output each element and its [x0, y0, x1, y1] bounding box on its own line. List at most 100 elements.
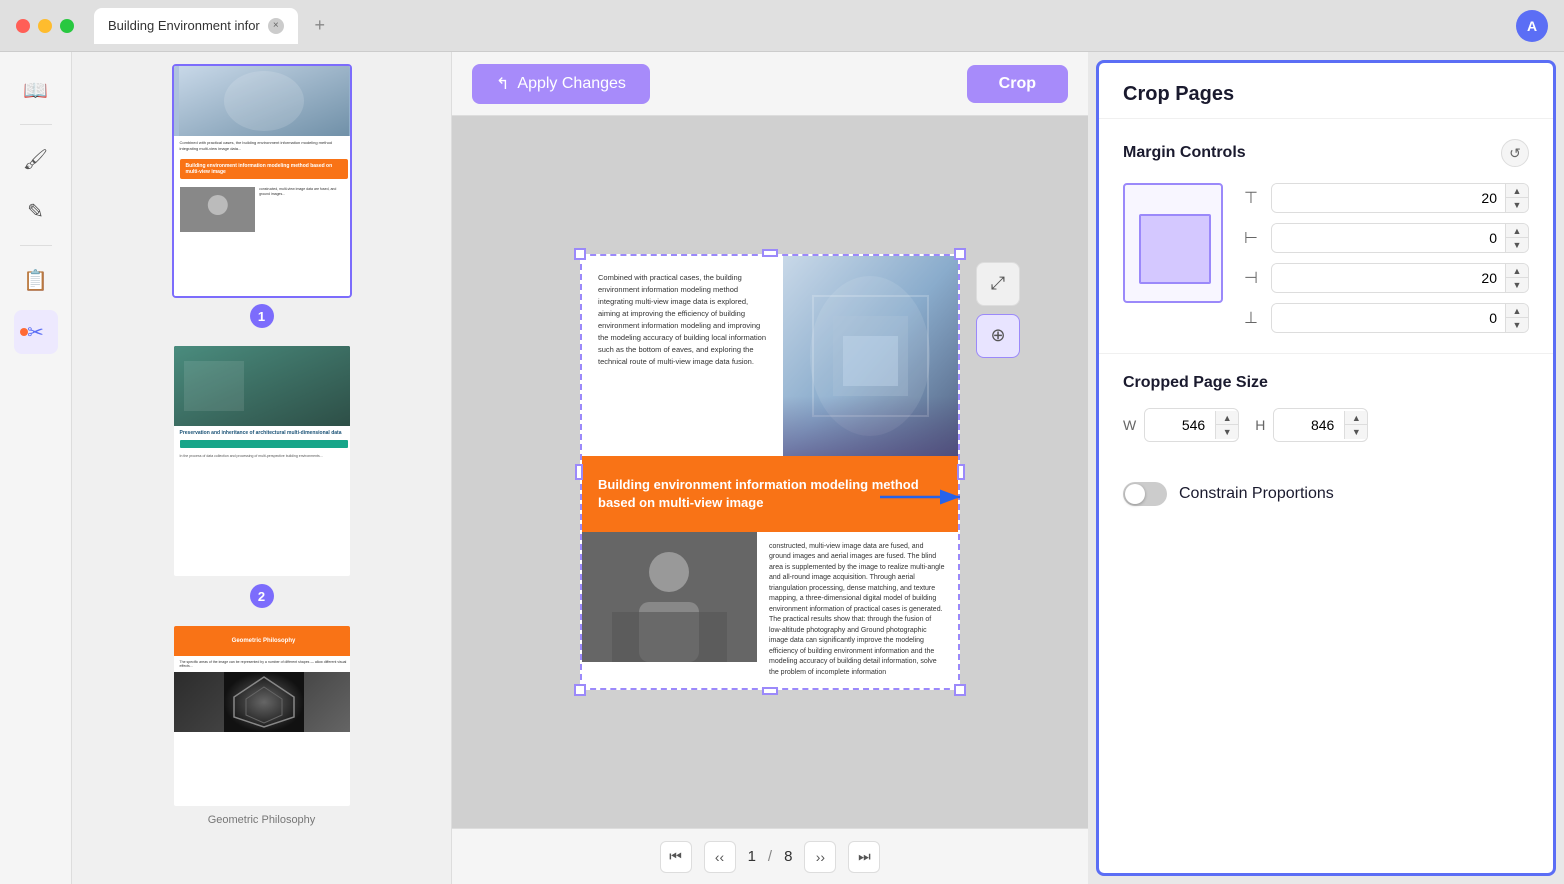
- close-button[interactable]: [16, 19, 30, 33]
- sidebar-item-edit[interactable]: ✎: [14, 189, 58, 233]
- sidebar-item-book[interactable]: 📖: [14, 68, 58, 112]
- page-number-badge-2: 2: [250, 584, 274, 608]
- panel-title: Crop Pages: [1123, 83, 1234, 105]
- height-input-wrap: ▲ ▼: [1273, 408, 1368, 442]
- page-document: Combined with practical cases, the build…: [580, 254, 960, 691]
- margin-top-icon: ⊤: [1239, 188, 1263, 208]
- handle-right[interactable]: [957, 464, 965, 480]
- right-panel: Crop Pages Margin Controls ↺ ⊤: [1096, 60, 1556, 876]
- page1-top-image: [174, 66, 352, 136]
- prev-page-button[interactable]: ‹‹: [704, 841, 736, 873]
- margin-left-increase[interactable]: ▲: [1506, 264, 1528, 278]
- margin-left-input[interactable]: [1272, 264, 1505, 292]
- avatar: A: [1516, 10, 1548, 42]
- margin-controls-section: Margin Controls ↺ ⊤: [1099, 119, 1553, 354]
- page3-geo-image: [174, 672, 352, 732]
- constrain-label: Constrain Proportions: [1179, 485, 1334, 503]
- doc-bottom-section: constructed, multi-view image data are f…: [582, 532, 958, 689]
- crop-button[interactable]: Crop: [967, 65, 1068, 103]
- doc-person-image: [582, 532, 757, 662]
- sidebar-item-crop[interactable]: ✂: [14, 310, 58, 354]
- handle-bottom[interactable]: [762, 687, 778, 695]
- page1-person-image: [180, 187, 256, 232]
- margin-bottom-input[interactable]: [1272, 304, 1505, 332]
- next-page-icon: ››: [816, 849, 825, 865]
- resize-icon: ⤢: [991, 273, 1005, 294]
- first-page-button[interactable]: ⏮: [660, 841, 692, 873]
- margin-top-decrease[interactable]: ▼: [1506, 198, 1528, 212]
- tab-title: Building Environment infor: [108, 18, 260, 33]
- apply-changes-button[interactable]: ↰ Apply Changes: [472, 64, 650, 104]
- width-field: W ▲ ▼: [1123, 408, 1239, 442]
- handle-bottom-left[interactable]: [574, 684, 586, 696]
- thumb-page-1: Combined with practical cases, the build…: [174, 66, 352, 296]
- thumb-page-2: Preservation and inheritance of architec…: [174, 346, 352, 576]
- crop-icon: ✂: [27, 320, 44, 345]
- constrain-proportions-toggle[interactable]: [1123, 482, 1167, 506]
- height-increase[interactable]: ▲: [1345, 411, 1367, 425]
- handle-top-left[interactable]: [574, 248, 586, 260]
- margin-left-input-wrap: ▲ ▼: [1271, 263, 1529, 293]
- margin-left-icon: ⊣: [1239, 268, 1263, 288]
- margin-left-decrease[interactable]: ▼: [1506, 278, 1528, 292]
- margin-bottom-icon: ⊥: [1239, 308, 1263, 328]
- maximize-button[interactable]: [60, 19, 74, 33]
- margin-top-input[interactable]: [1272, 184, 1505, 212]
- page1-bottom: constructed, multi-view image data are f…: [174, 183, 352, 236]
- thumbnail-page-1[interactable]: Combined with practical cases, the build…: [84, 64, 439, 328]
- minimize-button[interactable]: [38, 19, 52, 33]
- thumb-frame-2: Preservation and inheritance of architec…: [172, 344, 352, 578]
- sidebar-item-layers[interactable]: 📋: [14, 258, 58, 302]
- page-number-badge-1: 1: [250, 304, 274, 328]
- width-input-wrap: ▲ ▼: [1144, 408, 1239, 442]
- margin-top-input-wrap: ▲ ▼: [1271, 183, 1529, 213]
- geometric-philosophy-label: Geometric Philosophy: [208, 814, 316, 826]
- width-increase[interactable]: ▲: [1216, 411, 1238, 425]
- resize-tool-button[interactable]: ⤢: [976, 262, 1020, 306]
- next-page-button[interactable]: ››: [804, 841, 836, 873]
- width-decrease[interactable]: ▼: [1216, 425, 1238, 439]
- apply-icon: ↰: [496, 74, 509, 94]
- browser-tab[interactable]: Building Environment infor ×: [94, 8, 298, 44]
- new-tab-button[interactable]: +: [306, 12, 334, 40]
- margin-right-increase[interactable]: ▲: [1506, 224, 1528, 238]
- section-title-page-size: Cropped Page Size: [1123, 374, 1529, 392]
- handle-left[interactable]: [575, 464, 583, 480]
- margin-right-icon: ⊢: [1239, 228, 1263, 248]
- margin-top-increase[interactable]: ▲: [1506, 184, 1528, 198]
- prev-page-icon: ‹‹: [715, 849, 724, 865]
- margin-visual: [1123, 183, 1223, 303]
- tab-close-button[interactable]: ×: [268, 18, 284, 34]
- height-input[interactable]: [1274, 409, 1344, 441]
- separator-2: [20, 245, 52, 246]
- sidebar-item-brush[interactable]: 🖌: [14, 137, 58, 181]
- doc-left-text: Combined with practical cases, the build…: [582, 256, 783, 456]
- margin-right-decrease[interactable]: ▼: [1506, 238, 1528, 252]
- page-container: Combined with practical cases, the build…: [580, 254, 960, 691]
- handle-top-right[interactable]: [954, 248, 966, 260]
- height-decrease[interactable]: ▼: [1345, 425, 1367, 439]
- height-field: H ▲ ▼: [1255, 408, 1368, 442]
- center-tool-button[interactable]: ⊕: [976, 314, 1020, 358]
- size-row: W ▲ ▼ H ▲ ▼: [1123, 408, 1529, 442]
- margin-inputs: ⊤ ▲ ▼ ⊢: [1239, 183, 1529, 333]
- height-label: H: [1255, 417, 1265, 433]
- section-title-margin: Margin Controls ↺: [1123, 139, 1529, 167]
- handle-top[interactable]: [762, 249, 778, 257]
- margin-bottom-decrease[interactable]: ▼: [1506, 318, 1528, 332]
- last-page-button[interactable]: ⏭: [848, 841, 880, 873]
- separator: [20, 124, 52, 125]
- page3-text: The specific areas of the image can be r…: [174, 656, 352, 672]
- reset-margins-button[interactable]: ↺: [1501, 139, 1529, 167]
- thumbnail-page-2[interactable]: Preservation and inheritance of architec…: [84, 344, 439, 608]
- margin-bottom-input-wrap: ▲ ▼: [1271, 303, 1529, 333]
- panel-header: Crop Pages: [1099, 63, 1553, 119]
- page-slash: /: [768, 848, 772, 865]
- margin-right-input[interactable]: [1272, 224, 1505, 252]
- margin-top-stepper: ▲ ▼: [1505, 184, 1528, 212]
- handle-bottom-right[interactable]: [954, 684, 966, 696]
- margin-bottom-increase[interactable]: ▲: [1506, 304, 1528, 318]
- thumbnail-page-3[interactable]: Geometric Philosophy The specific areas …: [84, 624, 439, 826]
- first-page-icon: ⏮: [669, 848, 682, 865]
- width-input[interactable]: [1145, 409, 1215, 441]
